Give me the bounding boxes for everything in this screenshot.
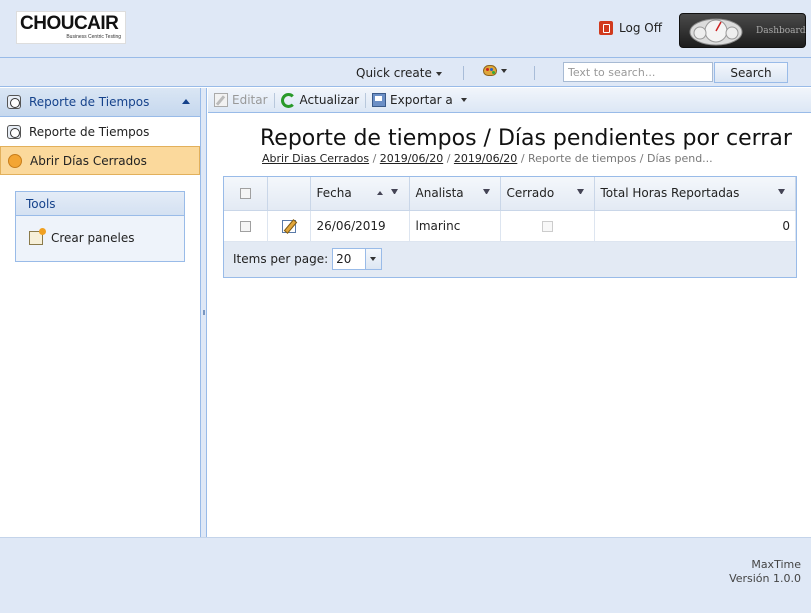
sidebar-item-label: Reporte de Tiempos	[29, 124, 150, 139]
edit-label: Editar	[232, 93, 268, 107]
cell-total-horas: 0	[594, 210, 796, 242]
app-footer: MaxTime Versión 1.0.0	[0, 537, 811, 613]
search-button[interactable]: Search	[714, 62, 788, 83]
items-per-page-select[interactable]: 20	[332, 248, 383, 270]
speedometer-icon	[689, 18, 743, 46]
actions-header	[267, 177, 311, 211]
column-header-total-horas[interactable]: Total Horas Reportadas	[594, 177, 796, 211]
toolbar-divider	[463, 66, 464, 80]
breadcrumb-link[interactable]: 2019/06/20	[380, 152, 443, 165]
grid-toolbar: Editar Actualizar Exportar a	[208, 88, 811, 113]
column-header-analista[interactable]: Analista	[409, 177, 501, 211]
sidebar-title: Reporte de Tiempos	[29, 95, 150, 109]
edit-icon	[214, 93, 228, 107]
logoff-label: Log Off	[619, 21, 662, 35]
palette-icon	[483, 65, 497, 76]
logoff-icon	[599, 21, 613, 35]
tools-item-label: Crear paneles	[51, 231, 135, 245]
export-label: Exportar a	[390, 93, 453, 107]
page-title: Reporte de tiempos / Días pendientes por…	[260, 126, 792, 151]
chevron-down-icon	[501, 68, 507, 73]
column-header-fecha[interactable]: Fecha	[310, 177, 410, 211]
cell-fecha: 26/06/2019	[310, 210, 410, 242]
filter-icon[interactable]	[777, 189, 785, 196]
grid-pager: Items per page: 20	[224, 241, 796, 277]
collapse-icon[interactable]	[182, 99, 190, 104]
logo-text: CHOUCAIR	[20, 13, 119, 34]
column-label: Cerrado	[506, 186, 555, 201]
quick-create-menu[interactable]: Quick create	[356, 66, 442, 80]
cell-cerrado	[500, 210, 595, 242]
data-grid: Fecha Analista Cerrado Total Horas Repor…	[223, 176, 797, 278]
sidebar-item-abrir-dias-cerrados[interactable]: Abrir Días Cerrados	[0, 146, 200, 175]
row-edit-cell	[267, 210, 311, 242]
company-logo: CHOUCAIR Business Centric Testing	[16, 11, 126, 44]
refresh-icon	[280, 92, 296, 108]
logoff-button[interactable]: Log Off	[599, 21, 662, 35]
column-label: Analista	[415, 186, 464, 201]
edit-button[interactable]: Editar	[214, 93, 268, 107]
grid-header-row: Fecha Analista Cerrado Total Horas Repor…	[224, 177, 796, 211]
clock-icon	[7, 95, 21, 109]
items-per-page-label: Items per page:	[233, 252, 329, 266]
logo-tagline: Business Centric Testing	[66, 34, 121, 40]
breadcrumb-separator: /	[372, 152, 380, 165]
select-all-header	[224, 177, 268, 211]
table-row[interactable]: 26/06/2019 lmarinc 0	[224, 210, 796, 242]
theme-menu[interactable]	[483, 65, 507, 76]
breadcrumb: Abrir Dias Cerrados / 2019/06/20 / 2019/…	[262, 152, 713, 165]
items-per-page-value: 20	[336, 252, 352, 266]
sidebar-header[interactable]: Reporte de Tiempos	[0, 88, 200, 117]
refresh-button[interactable]: Actualizar	[280, 92, 360, 108]
column-label: Total Horas Reportadas	[600, 186, 740, 201]
filter-icon[interactable]	[390, 189, 398, 196]
crear-paneles-link[interactable]: Crear paneles	[16, 216, 184, 245]
footer-info: MaxTime Versión 1.0.0	[729, 558, 801, 586]
dashboard-label: Dashboard	[756, 26, 806, 36]
main-content: Editar Actualizar Exportar a Reporte de …	[208, 88, 811, 537]
export-button[interactable]: Exportar a	[372, 93, 467, 107]
panel-add-icon	[29, 228, 46, 245]
tools-panel: Tools Crear paneles	[15, 191, 185, 262]
splitter-handle[interactable]	[203, 310, 205, 315]
breadcrumb-separator: /	[446, 152, 454, 165]
chevron-down-icon	[435, 71, 442, 76]
edit-icon[interactable]	[281, 219, 296, 233]
breadcrumb-separator: /	[520, 152, 529, 165]
breadcrumb-link[interactable]: Abrir Dias Cerrados	[262, 152, 369, 165]
sidebar-item-label: Abrir Días Cerrados	[30, 153, 147, 168]
filter-icon[interactable]	[576, 189, 584, 196]
sidebar-item-reporte-tiempos[interactable]: Reporte de Tiempos	[0, 117, 200, 146]
refresh-label: Actualizar	[299, 93, 360, 107]
panel-splitter[interactable]	[201, 88, 207, 537]
tools-title: Tools	[16, 192, 184, 216]
breadcrumb-link[interactable]: 2019/06/20	[454, 152, 517, 165]
row-select-cell	[224, 210, 268, 242]
cell-analista: lmarinc	[409, 210, 501, 242]
clock-icon	[7, 124, 21, 139]
star-icon	[8, 153, 22, 168]
sidebar: Reporte de Tiempos Reporte de Tiempos Ab…	[0, 88, 201, 537]
chevron-down-icon	[460, 98, 467, 102]
toolbar-divider	[365, 92, 367, 108]
toolbar-divider	[273, 92, 275, 108]
row-checkbox[interactable]	[239, 220, 251, 232]
breadcrumb-current: Reporte de tiempos / Días pend...	[528, 152, 713, 165]
search-input[interactable]	[563, 62, 713, 82]
select-all-checkbox[interactable]	[239, 188, 251, 200]
filter-icon[interactable]	[482, 189, 490, 196]
chevron-down-icon[interactable]	[365, 249, 382, 269]
cerrado-checkbox	[541, 220, 553, 232]
column-header-cerrado[interactable]: Cerrado	[500, 177, 595, 211]
app-version: Versión 1.0.0	[729, 572, 801, 585]
save-icon	[372, 93, 387, 107]
app-header: CHOUCAIR Business Centric Testing Log Of…	[0, 0, 811, 58]
sort-ascending-icon[interactable]	[376, 191, 383, 195]
quick-create-label: Quick create	[356, 66, 432, 80]
dashboard-button[interactable]: Dashboard	[679, 13, 806, 48]
toolbar-divider	[534, 66, 535, 80]
app-name: MaxTime	[751, 558, 801, 571]
column-label: Fecha	[316, 186, 352, 201]
